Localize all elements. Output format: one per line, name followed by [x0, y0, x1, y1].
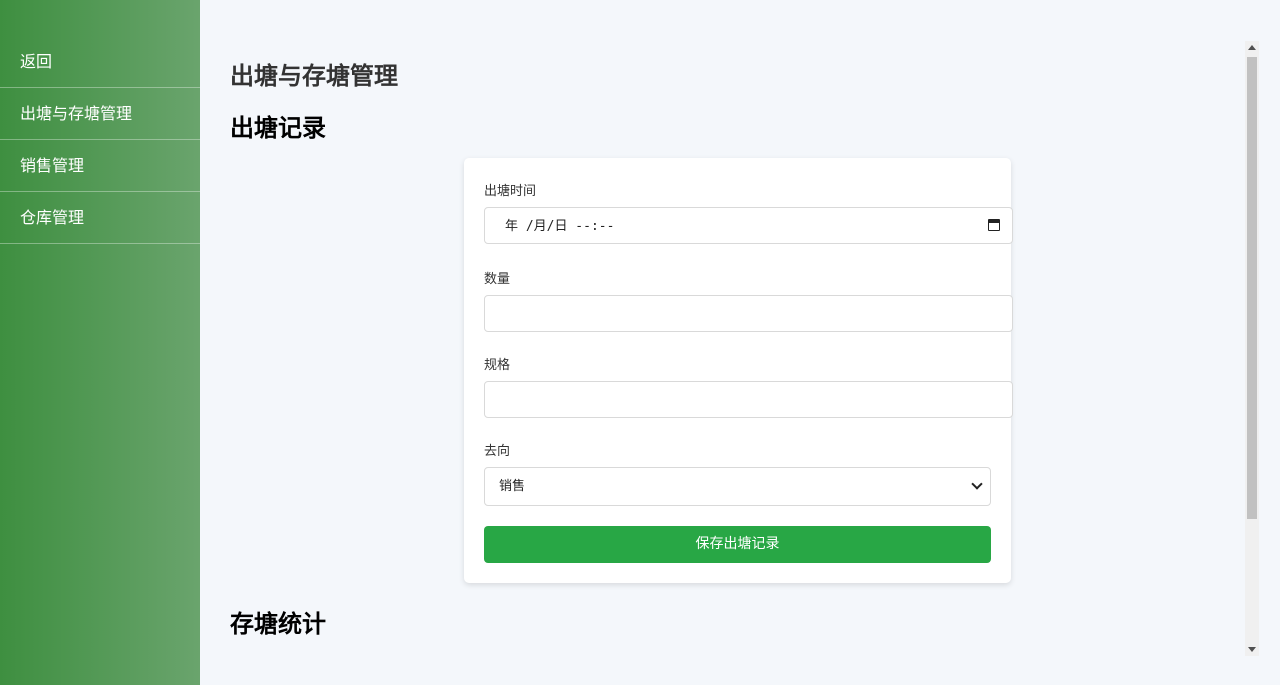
- time-input[interactable]: 年 /月/日 --:--: [484, 207, 1013, 244]
- chevron-down-icon: [971, 478, 983, 490]
- sidebar-item-sales-management[interactable]: 销售管理: [0, 140, 200, 192]
- time-input-value: 年 /月/日 --:--: [505, 219, 615, 234]
- calendar-icon[interactable]: [988, 219, 1000, 231]
- sidebar-item-warehouse-management[interactable]: 仓库管理: [0, 192, 200, 244]
- spec-label: 规格: [484, 358, 511, 373]
- time-label: 出塘时间: [484, 184, 537, 199]
- page-title: 出塘与存塘管理: [230, 62, 398, 90]
- main-content: 出塘与存塘管理 出塘记录 出塘时间 年 /月/日 --:-- 数量 规格 去向 …: [200, 0, 1280, 685]
- sidebar-item-pond-management[interactable]: 出塘与存塘管理: [0, 88, 200, 140]
- spec-input[interactable]: [484, 381, 1013, 418]
- save-outflow-button[interactable]: 保存出塘记录: [484, 526, 991, 563]
- section-title-stock: 存塘统计: [230, 610, 326, 638]
- sidebar: 返回 出塘与存塘管理 销售管理 仓库管理: [0, 0, 200, 685]
- scroll-up-icon[interactable]: [1248, 45, 1256, 50]
- outflow-form-card: 出塘时间 年 /月/日 --:-- 数量 规格 去向 销售 保存出塘记录: [464, 158, 1013, 583]
- section-title-outflow: 出塘记录: [230, 114, 326, 142]
- quantity-label: 数量: [484, 272, 511, 287]
- vertical-scrollbar[interactable]: [1245, 41, 1259, 656]
- sidebar-item-back[interactable]: 返回: [0, 36, 200, 88]
- scroll-down-icon[interactable]: [1248, 647, 1256, 652]
- quantity-input[interactable]: [484, 295, 1013, 332]
- destination-label: 去向: [484, 444, 511, 459]
- scroll-thumb[interactable]: [1247, 57, 1257, 519]
- destination-selected-value: 销售: [499, 479, 526, 494]
- destination-select[interactable]: 销售: [484, 467, 991, 506]
